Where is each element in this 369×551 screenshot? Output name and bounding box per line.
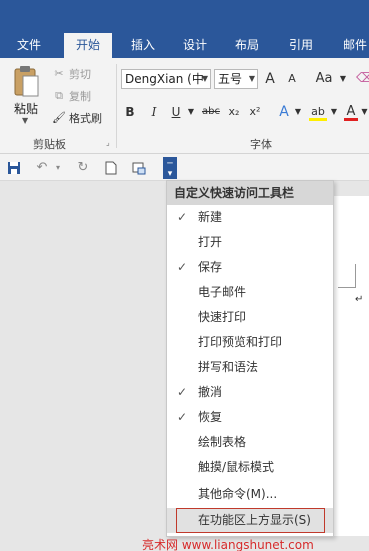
new-document-icon[interactable] <box>103 159 119 177</box>
clipboard-group-label: 剪贴板 <box>33 138 66 151</box>
chevron-down-icon[interactable]: ▼ <box>329 103 339 121</box>
font-size-select[interactable]: 五号 ▼ <box>214 69 258 89</box>
menu-item-undo[interactable]: ✓ 撤消 <box>167 380 333 405</box>
paragraph-mark-icon: ↵ <box>355 294 364 305</box>
format-painter-button[interactable]: 🖌 格式刷 <box>52 110 102 126</box>
menu-item-label: 其他命令(M)... <box>198 487 278 501</box>
font-size-value: 五号 <box>218 72 243 86</box>
menu-item-email[interactable]: 电子邮件 <box>167 280 333 305</box>
copy-icon: ⧉ <box>55 89 63 102</box>
menu-item-open[interactable]: 打开 <box>167 230 333 255</box>
tab-layout[interactable]: 布局 <box>226 33 268 58</box>
menu-item-save[interactable]: ✓ 保存 <box>167 255 333 280</box>
undo-icon[interactable]: ↶ <box>34 159 50 177</box>
checkmark-icon: ✓ <box>177 410 188 424</box>
menu-item-label: 恢复 <box>198 410 223 424</box>
chevron-down-icon[interactable]: ▼ <box>293 103 303 121</box>
superscript-button[interactable]: x² <box>247 103 263 121</box>
menu-item-label: 打开 <box>198 235 223 249</box>
menu-title: 自定义快速访问工具栏 <box>167 181 333 205</box>
menu-item-label: 打印预览和打印 <box>198 335 283 349</box>
tab-design[interactable]: 设计 <box>174 33 216 58</box>
title-bar <box>0 0 369 33</box>
menu-item-label: 触摸/鼠标模式 <box>198 460 275 474</box>
copy-button[interactable]: ⧉ 复制 <box>52 88 91 104</box>
menu-item-touch-mode[interactable]: 触摸/鼠标模式 <box>167 455 333 480</box>
customize-qat-dropdown[interactable]: ─ ▾ <box>163 157 177 179</box>
copy-label: 复制 <box>69 90 91 103</box>
grow-font-button[interactable]: A <box>263 70 277 88</box>
chevron-down-icon: ▼ <box>201 74 208 83</box>
chevron-down-icon: ─ ▾ <box>167 159 173 179</box>
checkmark-icon: ✓ <box>177 385 188 399</box>
bold-button[interactable]: B <box>123 103 137 121</box>
paste-dropdown-icon[interactable]: ▼ <box>22 116 28 125</box>
strikethrough-button[interactable]: abc <box>200 103 222 121</box>
menu-item-label: 拼写和语法 <box>198 360 259 374</box>
chevron-down-icon: ▼ <box>248 74 255 83</box>
menu-item-label: 撤消 <box>198 385 223 399</box>
chevron-down-icon[interactable]: ▾ <box>50 159 66 177</box>
margin-marker <box>338 264 356 288</box>
font-name-select[interactable]: DengXian (中 ▼ <box>121 69 211 89</box>
paintbrush-icon: 🖌 <box>52 111 66 124</box>
print-preview-icon[interactable] <box>131 159 147 177</box>
highlight-button[interactable]: ab <box>309 103 327 121</box>
menu-item-label: 保存 <box>198 260 223 274</box>
paste-icon[interactable] <box>12 66 40 98</box>
font-group-label: 字体 <box>250 138 272 151</box>
menu-item-label: 绘制表格 <box>198 435 247 449</box>
tab-insert[interactable]: 插入 <box>122 33 164 58</box>
chevron-down-icon[interactable]: ▼ <box>186 103 196 121</box>
text-effect-button[interactable]: A <box>277 103 291 121</box>
shrink-font-button[interactable]: A <box>286 70 298 88</box>
ribbon-separator <box>116 64 117 148</box>
tab-mailings[interactable]: 邮件 <box>334 33 369 58</box>
ribbon-tabs: 文件 开始 插入 设计 布局 引用 邮件 <box>0 33 369 58</box>
cut-label: 剪切 <box>69 68 91 81</box>
tab-file[interactable]: 文件 <box>8 33 50 58</box>
paste-button[interactable]: 粘贴 <box>14 100 38 117</box>
menu-item-label: 新建 <box>198 210 223 224</box>
format-painter-label: 格式刷 <box>69 112 102 125</box>
menu-item-new[interactable]: ✓ 新建 <box>167 205 333 230</box>
menu-item-label: 快速打印 <box>198 310 247 324</box>
font-color-button[interactable]: A <box>344 103 358 121</box>
scissors-icon: ✂ <box>54 67 64 80</box>
redo-icon[interactable]: ↻ <box>75 159 91 177</box>
menu-item-label: 电子邮件 <box>198 285 247 299</box>
chevron-down-icon[interactable]: ▼ <box>360 103 369 121</box>
save-icon[interactable] <box>6 159 22 177</box>
change-case-button[interactable]: Aa <box>312 70 336 88</box>
subscript-button[interactable]: x₂ <box>226 103 242 121</box>
watermark: 亮术网 www.liangshunet.com <box>142 538 314 551</box>
checkmark-icon: ✓ <box>177 210 188 224</box>
ribbon: 粘贴 ▼ ✂ 剪切 ⧉ 复制 🖌 格式刷 剪贴板 ⌟ DengXian (中 ▼… <box>0 58 369 154</box>
menu-item-more-commands[interactable]: 其他命令(M)... <box>167 482 333 507</box>
menu-item-print-preview[interactable]: 打印预览和打印 <box>167 330 333 355</box>
menu-item-quick-print[interactable]: 快速打印 <box>167 305 333 330</box>
tab-home[interactable]: 开始 <box>64 33 112 58</box>
highlight-box <box>176 508 325 533</box>
menu-item-redo[interactable]: ✓ 恢复 <box>167 405 333 430</box>
chevron-down-icon[interactable]: ▼ <box>338 70 348 88</box>
tab-references[interactable]: 引用 <box>280 33 322 58</box>
quick-access-toolbar: ↶ ▾ ↻ ─ ▾ <box>0 154 369 181</box>
menu-item-spelling[interactable]: 拼写和语法 <box>167 355 333 380</box>
underline-button[interactable]: U <box>170 103 182 121</box>
cut-button[interactable]: ✂ 剪切 <box>52 66 91 82</box>
clear-format-icon[interactable]: ⌫ <box>356 70 369 88</box>
customize-qat-menu: 自定义快速访问工具栏 ✓ 新建 打开 ✓ 保存 电子邮件 快速打印 打印预览和打… <box>166 180 334 537</box>
font-name-value: DengXian (中 <box>125 72 204 86</box>
checkmark-icon: ✓ <box>177 260 188 274</box>
clipboard-launcher-icon[interactable]: ⌟ <box>106 138 110 147</box>
italic-button[interactable]: I <box>148 103 160 121</box>
menu-item-draw-table[interactable]: 绘制表格 <box>167 430 333 455</box>
